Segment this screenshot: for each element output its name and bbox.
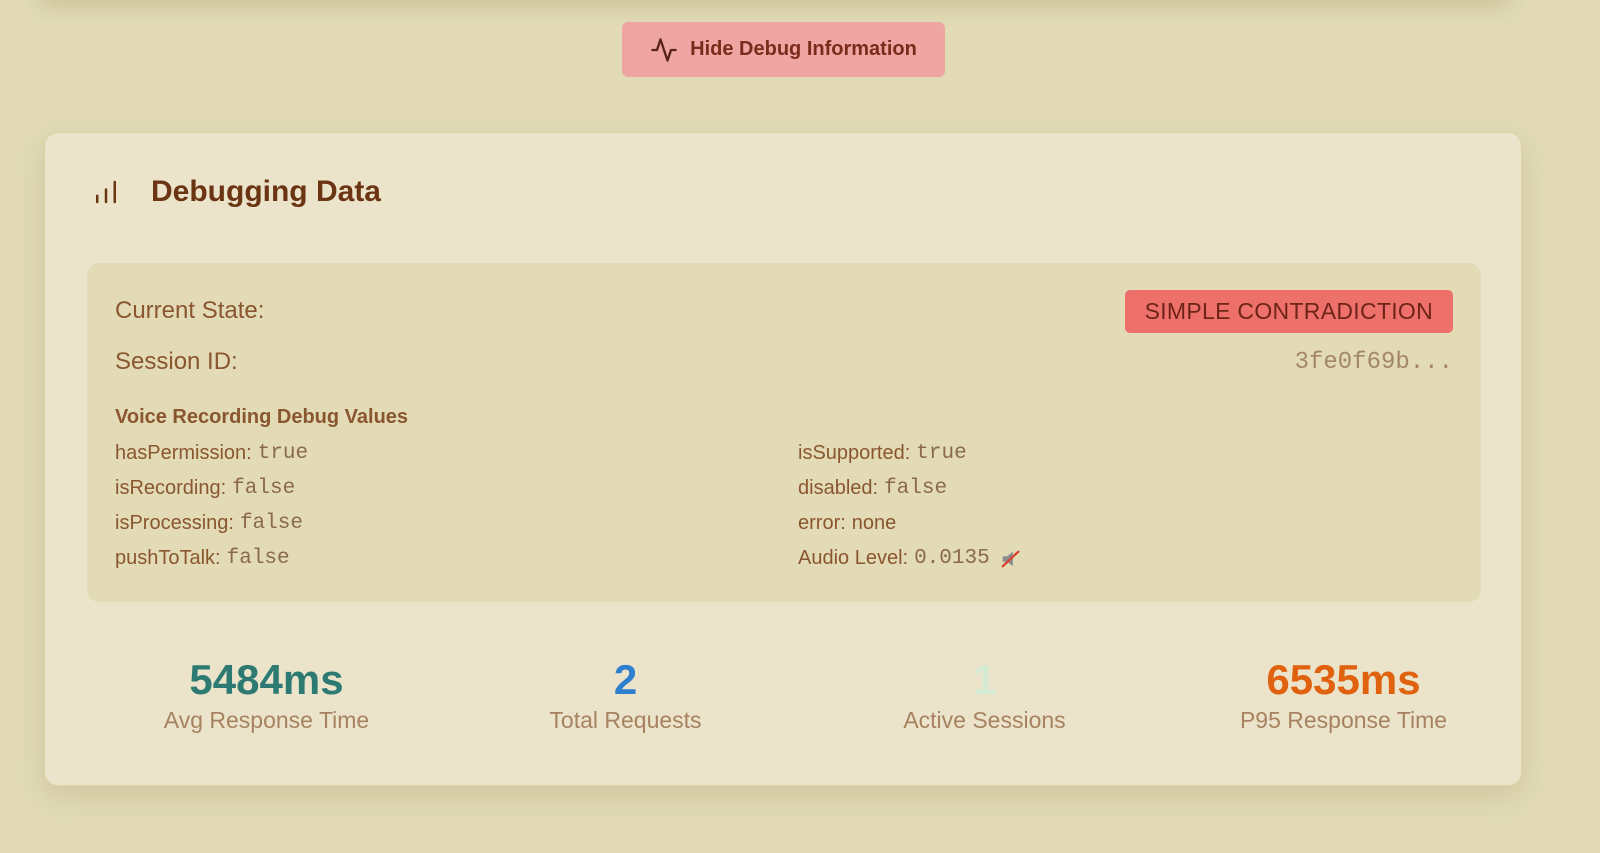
voice-key: hasPermission:: [115, 442, 252, 464]
voice-value: false: [884, 477, 948, 500]
voice-item-push-to-talk: pushToTalk: false: [115, 541, 798, 576]
current-state-row: Current State: SIMPLE CONTRADICTION: [115, 289, 1453, 333]
card-header: Debugging Data: [91, 175, 381, 209]
stat-active-sessions: 1 Active Sessions: [805, 655, 1164, 734]
stats-row: 5484ms Avg Response Time 2 Total Request…: [87, 655, 1523, 734]
state-badge: SIMPLE CONTRADICTION: [1124, 289, 1453, 333]
voice-value: 0.0135: [914, 547, 990, 570]
voice-key: error:: [798, 512, 846, 534]
voice-item-is-processing: isProcessing: false: [115, 506, 798, 541]
voice-item-error: error: none: [798, 506, 1455, 541]
voice-item-audio-level: Audio Level: 0.0135: [798, 541, 1455, 576]
voice-key: isSupported:: [798, 442, 911, 464]
voice-value: false: [232, 477, 296, 500]
voice-key: Audio Level:: [798, 547, 909, 569]
session-id-label: Session ID:: [115, 348, 238, 375]
voice-item-is-recording: isRecording: false: [115, 471, 798, 506]
stat-label: Active Sessions: [903, 707, 1066, 733]
current-state-label: Current State:: [115, 297, 265, 324]
stat-label: Avg Response Time: [163, 707, 370, 733]
voice-value: none: [851, 512, 897, 534]
stat-value: 5484ms: [189, 656, 344, 703]
activity-icon: [650, 36, 678, 64]
stat-p95-response: 6535ms P95 Response Time: [1164, 655, 1523, 734]
voice-item-is-supported: isSupported: true: [798, 436, 1455, 471]
voice-key: isRecording:: [115, 477, 227, 499]
stat-value: 2: [613, 656, 638, 703]
voice-key: pushToTalk:: [115, 547, 221, 569]
debug-card: Debugging Data Current State: SIMPLE CON…: [44, 132, 1522, 786]
hide-debug-label: Hide Debug Information: [690, 38, 917, 60]
voice-item-has-permission: hasPermission: true: [115, 436, 798, 471]
bar-chart-icon: [91, 177, 121, 207]
stat-avg-response: 5484ms Avg Response Time: [87, 655, 446, 734]
card-title: Debugging Data: [151, 175, 381, 208]
voice-item-disabled: disabled: false: [798, 471, 1455, 506]
voice-value: false: [239, 512, 303, 535]
voice-debug-title: Voice Recording Debug Values: [115, 406, 409, 428]
stat-value: 1: [972, 656, 997, 703]
session-id-value: 3fe0f69b...: [1294, 348, 1453, 376]
hide-debug-button[interactable]: Hide Debug Information: [622, 22, 945, 77]
session-row: Session ID: 3fe0f69b...: [115, 341, 1453, 383]
voice-debug-grid: hasPermission: true isSupported: true is…: [115, 436, 1455, 576]
voice-key: disabled:: [798, 477, 879, 499]
voice-key: isProcessing:: [115, 512, 234, 534]
stat-value: 6535ms: [1266, 656, 1421, 703]
stat-total-requests: 2 Total Requests: [446, 655, 805, 734]
stat-label: P95 Response Time: [1239, 707, 1448, 733]
state-panel: Current State: SIMPLE CONTRADICTION Sess…: [87, 263, 1481, 602]
muted-speaker-icon: [1000, 548, 1022, 570]
voice-value: true: [257, 442, 309, 465]
voice-value: true: [916, 442, 967, 465]
stat-label: Total Requests: [549, 707, 702, 733]
voice-value: false: [226, 547, 290, 570]
